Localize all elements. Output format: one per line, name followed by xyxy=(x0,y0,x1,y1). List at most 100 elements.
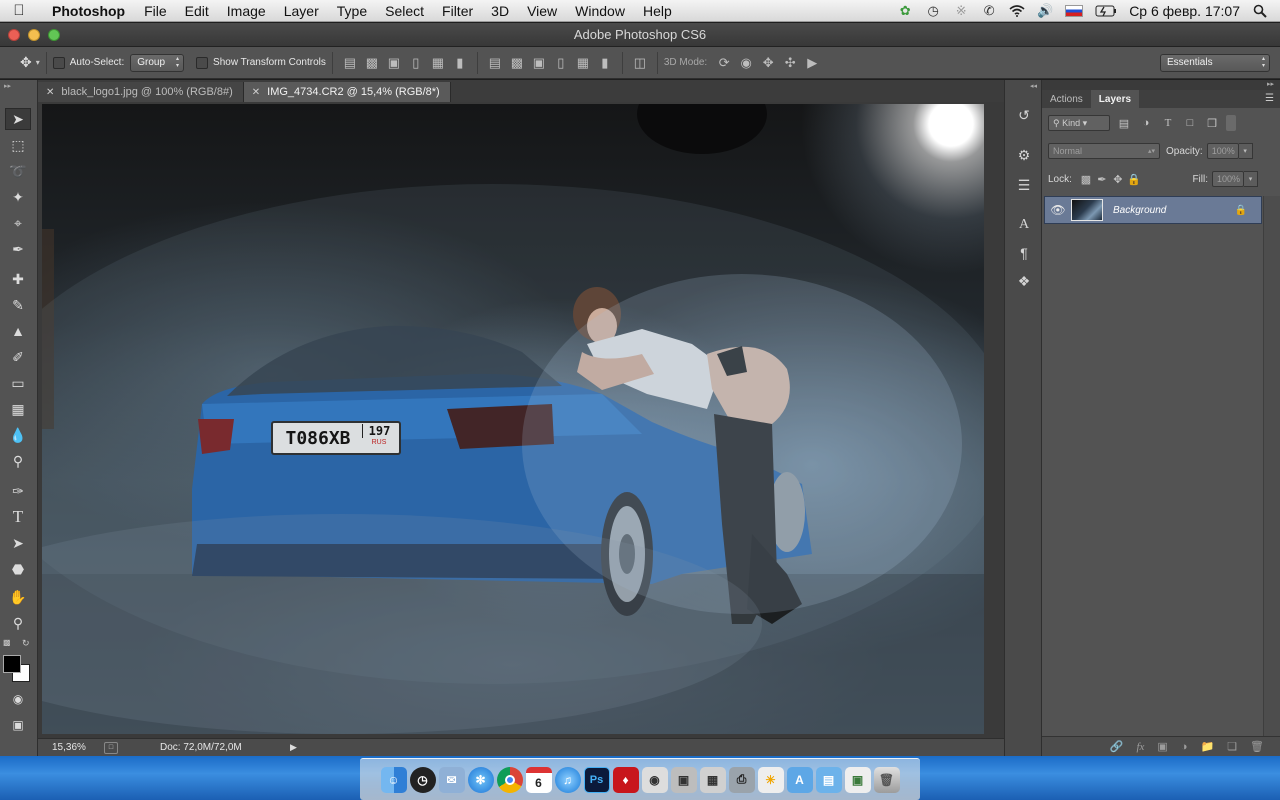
trash-icon[interactable]: 🗑 xyxy=(873,766,900,793)
document-tab[interactable]: ✕ black_logo1.jpg @ 100% (RGB/8#) xyxy=(38,82,244,102)
wifi-icon[interactable] xyxy=(1009,4,1025,18)
filter-adjustment-icon[interactable]: ◑ xyxy=(1138,115,1154,131)
align-horizontal-centers-icon[interactable]: ▦ xyxy=(429,54,447,72)
layer-row[interactable]: 👁 Background 🔒 xyxy=(1044,196,1262,224)
menu-3d[interactable]: 3D xyxy=(482,3,518,19)
fill-input[interactable]: 100% xyxy=(1212,171,1244,187)
hand-tool-icon[interactable]: ✋ xyxy=(5,586,31,608)
printer-icon[interactable]: ⎙ xyxy=(728,766,755,793)
battery-icon[interactable] xyxy=(1095,4,1117,18)
menu-type[interactable]: Type xyxy=(328,3,376,19)
tool-presets-panel-icon[interactable]: ⚙ xyxy=(1011,144,1037,166)
spotlight-icon[interactable] xyxy=(1252,4,1268,18)
new-layer-icon[interactable]: ❏ xyxy=(1227,740,1237,753)
calendar-icon[interactable]: 6 xyxy=(525,766,552,793)
quick-mask-icon[interactable]: ◉ xyxy=(5,688,31,710)
close-tab-icon[interactable]: ✕ xyxy=(252,87,260,98)
calculator-icon[interactable]: ▦ xyxy=(699,766,726,793)
zoom-level[interactable]: 15,36% xyxy=(52,742,104,753)
auto-select-checkbox[interactable] xyxy=(52,56,65,69)
3d-rotate-icon[interactable]: ⟳ xyxy=(715,54,733,72)
new-adjustment-layer-icon[interactable]: ◑ xyxy=(1181,741,1188,753)
clone-stamp-tool-icon[interactable]: ▲ xyxy=(5,320,31,342)
opacity-slider-toggle[interactable]: ▾ xyxy=(1238,143,1253,159)
menu-file[interactable]: File xyxy=(135,3,176,19)
evernote-icon[interactable]: ✿ xyxy=(897,3,913,18)
blur-tool-icon[interactable]: 💧 xyxy=(5,424,31,446)
pen-tool-icon[interactable]: ✑ xyxy=(5,480,31,502)
lasso-tool-icon[interactable]: ➰ xyxy=(5,160,31,182)
align-vertical-centers-icon[interactable]: ▩ xyxy=(363,54,381,72)
panel-collapse-icon[interactable]: ▸▸ xyxy=(1267,80,1274,88)
tools-collapse-icon[interactable]: ▸▸ xyxy=(4,82,11,90)
3d-scale-icon[interactable]: ▶ xyxy=(803,54,821,72)
close-tab-icon[interactable]: ✕ xyxy=(46,87,54,98)
add-layer-mask-icon[interactable]: ▣ xyxy=(1157,740,1167,753)
new-group-icon[interactable]: 📁 xyxy=(1200,740,1214,753)
mail-icon[interactable]: ✉ xyxy=(438,766,465,793)
opacity-input[interactable]: 100% xyxy=(1206,143,1239,159)
move-tool-preset-icon[interactable]: ✥ xyxy=(20,54,32,71)
healing-brush-tool-icon[interactable]: ✚ xyxy=(5,268,31,290)
documents-folder-icon[interactable]: ▤ xyxy=(815,766,842,793)
history-panel-icon[interactable]: ↺ xyxy=(1011,104,1037,126)
gradient-tool-icon[interactable]: ▦ xyxy=(5,398,31,420)
menu-view[interactable]: View xyxy=(518,3,566,19)
menu-select[interactable]: Select xyxy=(376,3,433,19)
menu-help[interactable]: Help xyxy=(634,3,681,19)
menu-window[interactable]: Window xyxy=(566,3,634,19)
menu-image[interactable]: Image xyxy=(218,3,275,19)
align-bottom-edges-icon[interactable]: ▣ xyxy=(385,54,403,72)
dodge-tool-icon[interactable]: ⚲ xyxy=(5,450,31,472)
character-panel-icon[interactable]: A xyxy=(1011,214,1037,236)
swap-colors-icon[interactable]: ↻ xyxy=(22,638,30,649)
distribute-bottom-icon[interactable]: ▣ xyxy=(530,54,548,72)
link-layers-icon[interactable]: 🔗 xyxy=(1110,740,1124,753)
shape-tool-icon[interactable]: ⬣ xyxy=(5,558,31,580)
minimize-window-button[interactable] xyxy=(28,29,40,41)
layer-thumbnail[interactable] xyxy=(1071,199,1103,221)
type-tool-icon[interactable]: T xyxy=(5,506,31,528)
photoshop-icon[interactable]: Ps xyxy=(583,766,610,793)
history-brush-tool-icon[interactable]: ✐ xyxy=(5,346,31,368)
canvas-area[interactable]: T086XB 197 RUS xyxy=(38,102,1004,738)
add-layer-style-icon[interactable]: fx xyxy=(1136,741,1144,753)
chrome-icon[interactable] xyxy=(496,766,523,793)
lock-position-icon[interactable]: ✥ xyxy=(1110,171,1126,187)
align-top-edges-icon[interactable]: ▤ xyxy=(341,54,359,72)
preview-icon[interactable]: ☀ xyxy=(757,766,784,793)
applications-folder-icon[interactable]: A xyxy=(786,766,813,793)
crop-tool-icon[interactable]: ⌖ xyxy=(5,212,31,234)
bluetooth-icon[interactable]: ※ xyxy=(953,3,969,18)
layers-scrollbar[interactable] xyxy=(1263,196,1280,736)
lock-image-pixels-icon[interactable]: ✒ xyxy=(1094,171,1110,187)
zoom-tool-icon[interactable]: ⚲ xyxy=(5,612,31,634)
menubar-clock[interactable]: Ср 6 февр. 17:07 xyxy=(1129,3,1240,19)
3d-drag-icon[interactable]: ✥ xyxy=(759,54,777,72)
phone-icon[interactable]: ✆ xyxy=(981,3,997,18)
volume-icon[interactable]: 🔊 xyxy=(1037,3,1053,18)
blend-mode-dropdown[interactable]: Normal ▴▾ xyxy=(1048,143,1160,159)
align-right-edges-icon[interactable]: ▮ xyxy=(451,54,469,72)
align-left-edges-icon[interactable]: ▯ xyxy=(407,54,425,72)
lock-transparent-pixels-icon[interactable]: ▩ xyxy=(1078,171,1094,187)
3d-slide-icon[interactable]: ✣ xyxy=(781,54,799,72)
dock-collapse-icon[interactable]: ◂◂ xyxy=(1030,82,1037,90)
delete-layer-icon[interactable]: 🗑 xyxy=(1250,740,1264,753)
screen-mode-icon[interactable]: ▣ xyxy=(5,714,31,736)
finder-icon[interactable]: ☺ xyxy=(380,766,407,793)
foreground-color-swatch[interactable] xyxy=(3,655,21,673)
distribute-vcenter-icon[interactable]: ▩ xyxy=(508,54,526,72)
eyedropper-tool-icon[interactable]: ✒ xyxy=(5,238,31,260)
distribute-top-icon[interactable]: ▤ xyxy=(486,54,504,72)
brush-tool-icon[interactable]: ✎ xyxy=(5,294,31,316)
itunes-icon[interactable]: ♫ xyxy=(554,766,581,793)
desktop-icon[interactable]: ▣ xyxy=(844,766,871,793)
lock-all-icon[interactable]: 🔒 xyxy=(1126,171,1142,187)
zoom-window-button[interactable] xyxy=(48,29,60,41)
3d-roll-icon[interactable]: ◉ xyxy=(737,54,755,72)
default-colors-icon[interactable]: ▩ xyxy=(3,638,11,647)
time-machine-icon[interactable]: ◷ xyxy=(925,3,941,18)
paragraph-panel-icon[interactable]: ¶ xyxy=(1011,242,1037,264)
preset-dropdown-arrow-icon[interactable]: ▾ xyxy=(36,58,40,67)
